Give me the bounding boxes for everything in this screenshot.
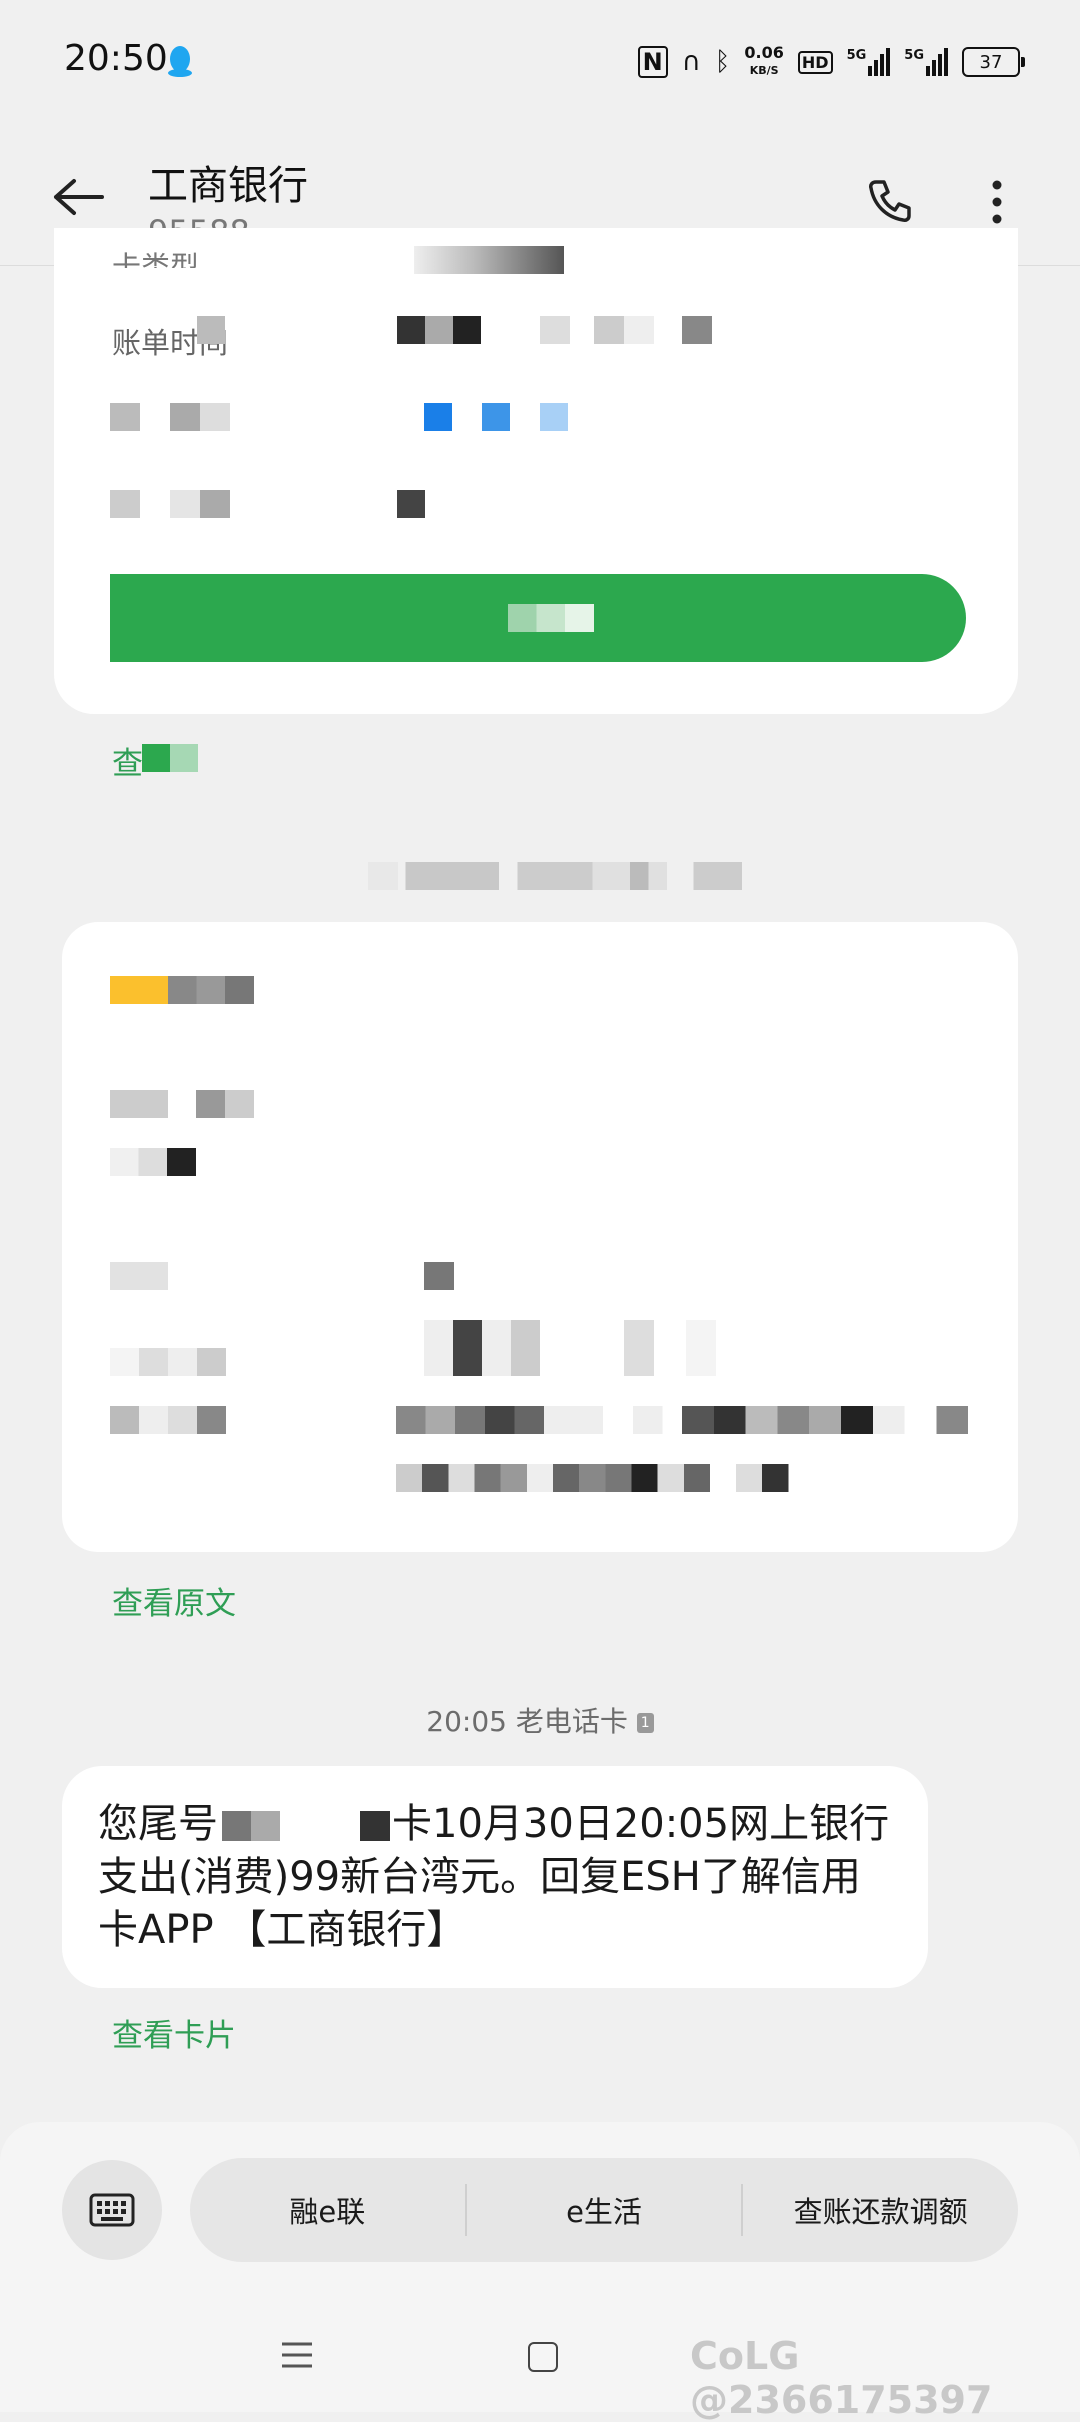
masked-value — [482, 403, 510, 431]
status-icons: N ∩ ᛒ 0.06 KB/S HD 5G 5G 37 — [637, 42, 1025, 82]
back-arrow-icon[interactable] — [52, 177, 106, 217]
masked-link-text — [142, 743, 198, 772]
bluetooth-icon: ᛒ — [714, 47, 731, 77]
masked-value — [682, 1406, 1000, 1434]
status-bar: 20:50 N ∩ ᛒ 0.06 KB/S HD 5G 5G 37 — [0, 0, 1080, 125]
masked-value — [197, 316, 225, 344]
masked-label — [110, 1262, 168, 1290]
masked-text — [196, 1090, 254, 1118]
headphones-icon: ∩ — [681, 47, 701, 77]
masked-title — [168, 976, 254, 1004]
masked-label — [110, 403, 230, 431]
masked-text — [110, 1090, 168, 1118]
more-options-icon[interactable] — [990, 179, 1004, 225]
keyboard-toggle-button[interactable] — [62, 2160, 162, 2260]
masked-value — [540, 403, 568, 431]
message-text: 您尾号 卡10月30日20:05网上银行支出(消费)99新台湾元。回复ESH了解信… — [98, 1798, 898, 1957]
phone-call-icon[interactable] — [866, 177, 914, 225]
masked-title — [110, 976, 168, 1004]
masked-value — [397, 490, 425, 518]
speed-value: 0.06 — [744, 43, 784, 62]
message-timestamp: 20:05 老电话卡 1 — [0, 1700, 1080, 1740]
message-bubble[interactable]: 您尾号 卡10月30日20:05网上银行支出(消费)99新台湾元。回复ESH了解信… — [62, 1766, 928, 1988]
masked-message-card — [62, 922, 1018, 1552]
signal-icon-1: 5G — [847, 48, 891, 76]
masked-value — [424, 1262, 454, 1290]
network-type-2: 5G — [904, 48, 924, 63]
contact-name[interactable]: 工商银行 — [148, 153, 308, 211]
masked-value — [594, 316, 654, 344]
speed-unit: KB/S — [749, 64, 779, 77]
masked-button-label — [508, 604, 594, 632]
battery-level: 37 — [979, 51, 1003, 73]
menu-item-bill-repay[interactable]: 查账还款调额 — [743, 2189, 1018, 2231]
status-time: 20:50 — [64, 38, 168, 79]
masked-text — [110, 1148, 196, 1176]
menu-item-rongelian[interactable]: 融e联 — [190, 2189, 465, 2231]
masked-value — [682, 316, 712, 344]
sim-badge: 1 — [636, 1713, 654, 1733]
card-row-label: 卡类型 — [112, 250, 200, 268]
network-speed: 0.06 KB/S — [744, 45, 783, 79]
recent-apps-icon[interactable] — [280, 2340, 314, 2370]
masked-card-number — [360, 1811, 390, 1841]
menu-item-e-life[interactable]: e生活 — [467, 2189, 742, 2231]
masked-label — [110, 1406, 226, 1434]
masked-value — [396, 1464, 832, 1492]
masked-label — [110, 1348, 226, 1376]
masked-card-number — [222, 1811, 280, 1841]
watermark: CoLG @2366175397 — [690, 2334, 993, 2422]
nfc-icon: N — [637, 46, 668, 78]
message-text-prefix: 您尾号 — [98, 1801, 218, 1847]
masked-value — [540, 316, 570, 344]
view-card-link[interactable]: 查看卡片 — [112, 2010, 236, 2055]
masked-value — [686, 1320, 716, 1376]
masked-value — [414, 246, 564, 274]
masked-value — [424, 403, 452, 431]
masked-value — [397, 316, 537, 344]
masked-value — [424, 1320, 540, 1376]
masked-timestamp — [368, 862, 742, 890]
signal-icon-2: 5G — [904, 48, 948, 76]
timestamp-text: 20:05 老电话卡 — [426, 1705, 628, 1738]
battery-icon: 37 — [962, 47, 1025, 77]
view-original-link[interactable]: 查看原文 — [112, 1578, 236, 1623]
network-type-1: 5G — [846, 48, 867, 63]
card-action-button[interactable] — [110, 574, 966, 662]
view-link[interactable]: 查看 — [112, 738, 198, 783]
home-icon[interactable] — [528, 2342, 558, 2372]
qq-penguin-icon — [168, 46, 192, 77]
masked-value — [624, 1320, 654, 1376]
masked-label — [110, 490, 230, 518]
keyboard-icon — [89, 2193, 135, 2227]
view-link-label: 查看 — [112, 746, 142, 782]
hd-icon: HD — [797, 50, 833, 74]
service-menu: 融e联 e生活 查账还款调额 — [190, 2158, 1018, 2262]
bill-card: 卡类型 账单时间 — [54, 228, 1018, 714]
